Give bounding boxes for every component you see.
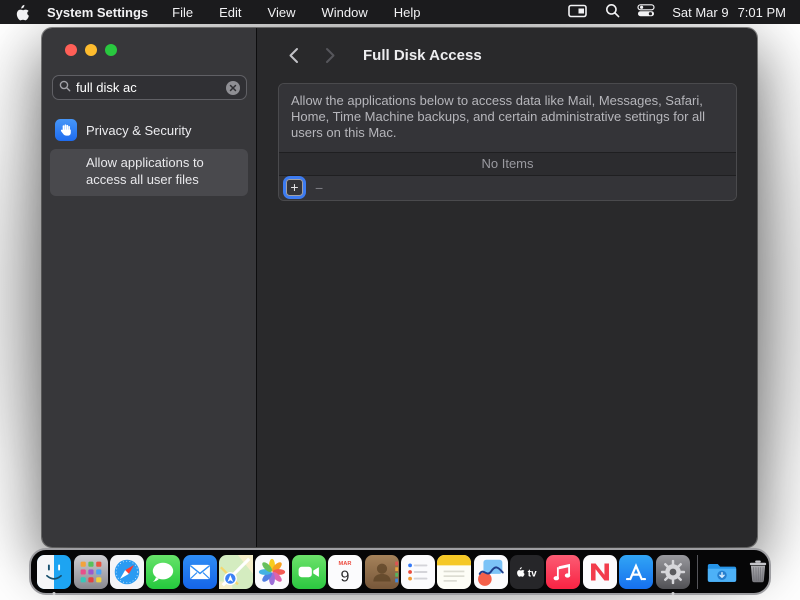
back-chevron-icon[interactable] [285, 47, 301, 65]
messages-icon[interactable] [146, 555, 180, 589]
svg-text:tv: tv [528, 568, 537, 579]
menubar-time[interactable]: 7:01 PM [738, 5, 786, 20]
sidebar-item-label: Privacy & Security [86, 123, 191, 138]
dock: MAR 9 [29, 548, 771, 595]
spotlight-search-icon[interactable] [605, 3, 620, 21]
system-settings-running-indicator [671, 592, 674, 595]
menu-item-edit[interactable]: Edit [219, 5, 241, 20]
sidebar-item-privacy-security[interactable]: Privacy & Security [42, 115, 256, 147]
add-application-button[interactable]: + [286, 179, 303, 196]
app-store-icon[interactable] [619, 555, 653, 589]
launchpad-icon[interactable] [74, 555, 108, 589]
zoom-button[interactable] [105, 44, 117, 56]
photos-icon[interactable] [255, 555, 289, 589]
finder-icon[interactable] [37, 555, 71, 589]
minimize-button[interactable] [85, 44, 97, 56]
search-field[interactable] [52, 75, 247, 100]
search-input[interactable] [76, 80, 221, 95]
empty-state-label: No Items [279, 152, 736, 176]
downloads-folder-icon[interactable] [705, 555, 739, 589]
remove-application-button[interactable]: − [315, 180, 323, 196]
reminders-icon[interactable] [401, 555, 435, 589]
content-pane: Full Disk Access Allow the applications … [257, 28, 757, 547]
music-icon[interactable] [546, 555, 580, 589]
system-settings-icon[interactable] [656, 555, 690, 589]
maps-icon[interactable] [219, 555, 253, 589]
freeform-icon[interactable] [474, 555, 508, 589]
clear-search-icon[interactable] [226, 81, 240, 95]
svg-text:MAR: MAR [339, 560, 352, 566]
menubar-date[interactable]: Sat Mar 9 [672, 5, 728, 20]
close-button[interactable] [65, 44, 77, 56]
menu-item-view[interactable]: View [268, 5, 296, 20]
menu-item-help[interactable]: Help [394, 5, 421, 20]
apple-tv-icon[interactable]: tv [510, 555, 544, 589]
card-toolbar: + − [279, 176, 736, 200]
traffic-lights [65, 44, 256, 56]
privacy-security-hand-icon [55, 119, 77, 141]
finder-running-indicator [53, 592, 56, 595]
card-description: Allow the applications below to access d… [279, 84, 736, 152]
calendar-icon[interactable]: MAR 9 [328, 555, 362, 589]
magnifier-icon [59, 79, 71, 97]
content-header: Full Disk Access [257, 28, 757, 68]
dock-separator [697, 555, 698, 589]
svg-text:9: 9 [341, 567, 350, 585]
facetime-icon[interactable] [292, 555, 326, 589]
news-icon[interactable] [583, 555, 617, 589]
contacts-icon[interactable] [365, 555, 399, 589]
display-mirroring-icon[interactable] [568, 4, 588, 21]
menu-item-window[interactable]: Window [321, 5, 367, 20]
mail-icon[interactable] [183, 555, 217, 589]
focus-ring: + [283, 176, 306, 199]
safari-icon[interactable] [110, 555, 144, 589]
apple-menu-icon[interactable] [14, 4, 29, 21]
full-disk-access-card: Allow the applications below to access d… [278, 83, 737, 201]
system-settings-window: Privacy & Security Allow applications to… [42, 28, 757, 547]
page-title: Full Disk Access [363, 47, 482, 64]
forward-chevron-icon[interactable] [322, 47, 338, 65]
trash-icon[interactable] [741, 555, 775, 589]
menu-app-name[interactable]: System Settings [47, 5, 148, 20]
notes-icon[interactable] [437, 555, 471, 589]
menu-bar: System Settings File Edit View Window He… [0, 0, 800, 24]
sidebar: Privacy & Security Allow applications to… [42, 28, 257, 547]
sidebar-item-allow-applications[interactable]: Allow applications to access all user fi… [50, 149, 248, 196]
menu-item-file[interactable]: File [172, 5, 193, 20]
control-center-icon[interactable] [637, 4, 655, 20]
